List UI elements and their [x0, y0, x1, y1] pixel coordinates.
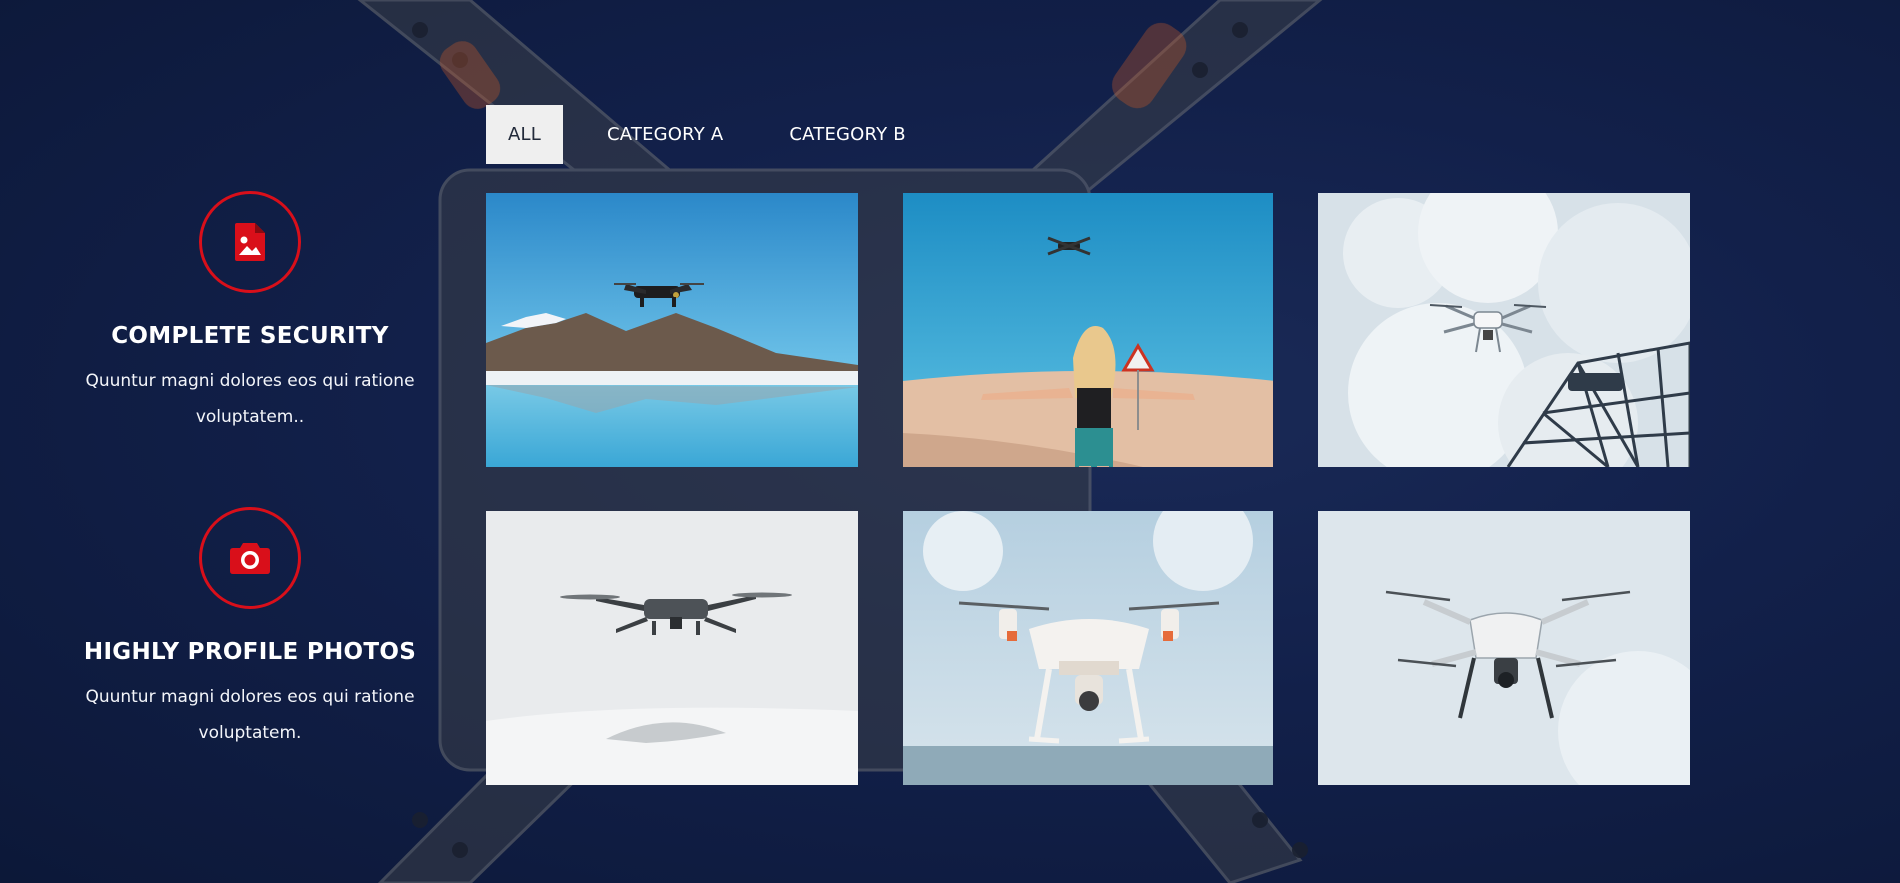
gallery-item-white-drone-closeup[interactable] [1318, 511, 1690, 785]
gallery-image [486, 193, 858, 467]
tab-all[interactable]: ALL [486, 105, 563, 164]
portfolio-section: ALL CATEGORY A CATEGORY B COMPLETE SECUR… [0, 0, 1900, 883]
gallery-item-drone-snow[interactable] [486, 511, 858, 785]
feature-highly-profile-photos: HIGHLY PROFILE PHOTOS Quuntur magni dolo… [40, 507, 460, 751]
feature-description: Quuntur magni dolores eos qui ratione vo… [85, 687, 415, 743]
gallery-item-drone-scaffolding[interactable] [1318, 193, 1690, 467]
image-file-icon [199, 191, 301, 293]
tab-category-b[interactable]: CATEGORY B [767, 105, 927, 164]
gallery-image [1318, 193, 1690, 467]
gallery-image [486, 511, 858, 785]
camera-icon [199, 507, 301, 609]
tab-category-a[interactable]: CATEGORY A [585, 105, 745, 164]
gallery-image [1318, 511, 1690, 785]
gallery-item-white-quadcopter[interactable] [903, 511, 1273, 785]
gallery-item-drone-mountain-lake[interactable] [486, 193, 858, 467]
gallery-item-woman-drone-desert[interactable] [903, 193, 1273, 467]
gallery-image [903, 193, 1273, 467]
gallery-filter-tabs: ALL CATEGORY A CATEGORY B [486, 105, 950, 164]
feature-complete-security: COMPLETE SECURITY Quuntur magni dolores … [40, 191, 460, 435]
feature-title: COMPLETE SECURITY [111, 323, 389, 349]
feature-title: HIGHLY PROFILE PHOTOS [83, 639, 417, 665]
gallery-image [903, 511, 1273, 785]
feature-description: Quuntur magni dolores eos qui ratione vo… [85, 371, 415, 427]
